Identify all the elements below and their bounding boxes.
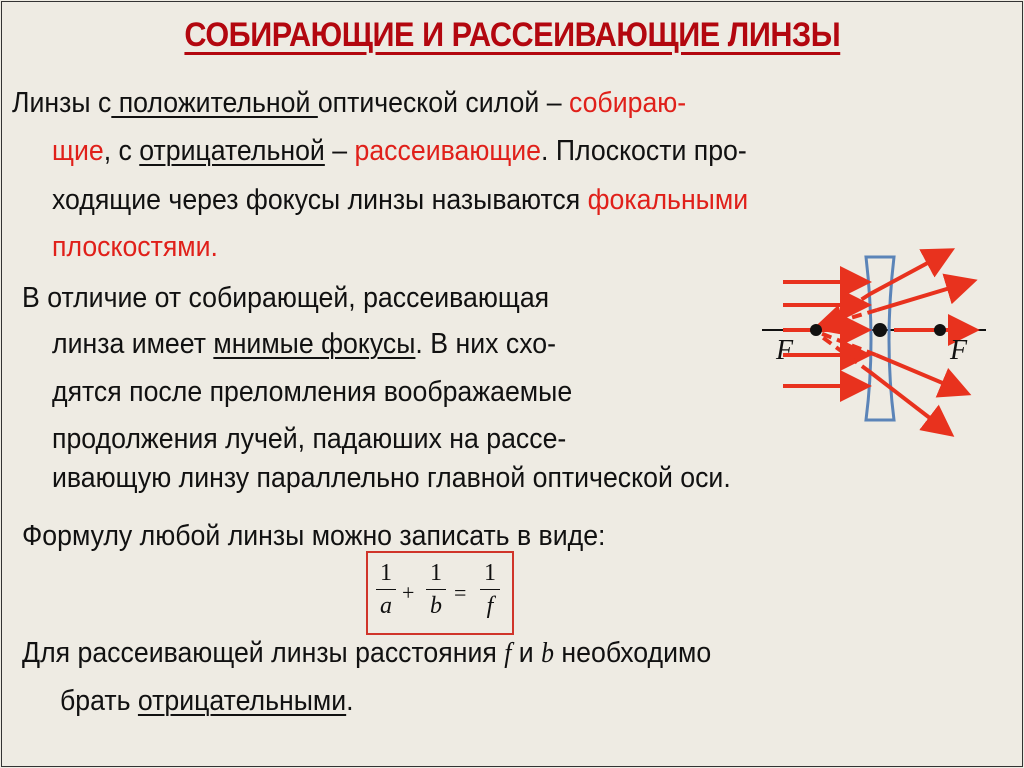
var-f: f: [504, 638, 512, 669]
slide-title: СОБИРАЮЩИЕ И РАССЕИВАЮЩИЕ ЛИНЗЫ: [184, 16, 840, 54]
term-negative: отрицательной: [139, 135, 325, 167]
term-planes: плоскостями.: [52, 231, 218, 263]
para1-line3: ходящие через фокусы линзы называются фо…: [52, 184, 749, 216]
var-b: b: [541, 638, 554, 669]
diverging-lens-diagram: F F: [762, 248, 986, 437]
lens-formula: 1 a + 1 b = 1 f: [366, 551, 514, 635]
para1-line1: Линзы с положительной оптической силой –…: [12, 87, 687, 119]
virtual-extension-1: [815, 292, 872, 330]
para2-line5: ивающую линзу параллельно главной оптиче…: [52, 462, 731, 494]
para2-line3: дятся после преломления воображаемые: [52, 376, 573, 408]
term-virtual-foci: мнимые фокусы: [213, 328, 416, 360]
para1-line2: щие, с отрицательной – рассеивающие. Пло…: [52, 135, 747, 167]
para2-line1: В отличие от собирающей, рассеивающая: [22, 282, 550, 314]
left-focus-point: [810, 324, 822, 336]
para3-line1: Формулу любой линзы можно записать в вид…: [22, 520, 606, 552]
term-focal: фокальными: [587, 184, 749, 216]
plus-sign: +: [402, 580, 415, 605]
left-focus-label: F: [775, 335, 794, 366]
lens-center-point: [873, 323, 887, 337]
term-negative-values: отрицательными: [137, 685, 347, 717]
right-focus-label: F: [949, 335, 968, 366]
slide: СОБИРАЮЩИЕ И РАССЕИВАЮЩИЕ ЛИНЗЫ Линзы с …: [1, 1, 1023, 767]
term-converging: собираю-: [568, 87, 687, 119]
para2-line2: линза имеет мнимые фокусы. В них схо-: [52, 328, 556, 360]
para2-line4: продолжения лучей, падаюших на рассе-: [52, 423, 567, 455]
para4-line1: Для рассеивающей линзы расстояния f и b …: [22, 637, 712, 669]
fraction-1-over-b: 1 b: [426, 559, 446, 620]
equals-sign: =: [454, 580, 467, 605]
right-focus-point: [934, 324, 946, 336]
term-positive: положительной: [111, 87, 318, 119]
fraction-1-over-f: 1 f: [480, 559, 500, 620]
fraction-1-over-a: 1 a: [376, 559, 396, 620]
term-diverging: рассеивающие: [354, 135, 542, 167]
para1-line4: плоскостями.: [52, 231, 218, 264]
para4-line2: брать отрицательными.: [60, 685, 354, 717]
